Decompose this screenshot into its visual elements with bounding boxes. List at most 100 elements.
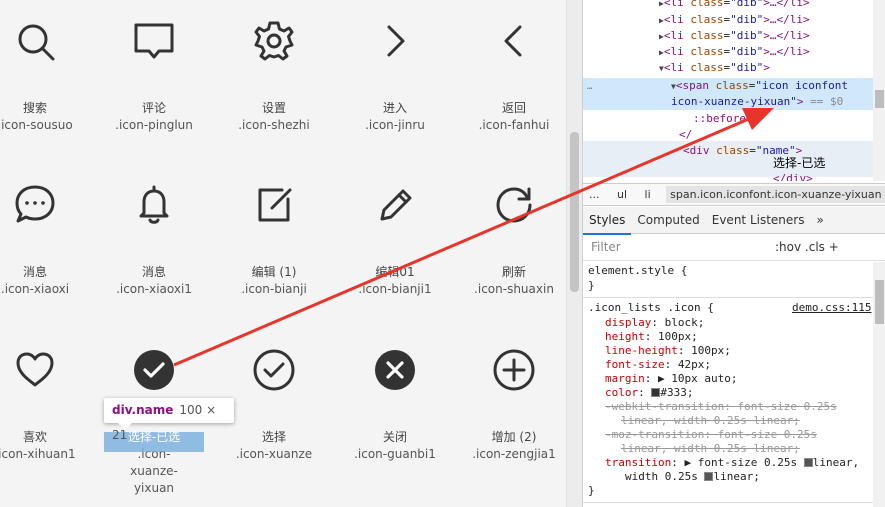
icon-name: 编辑 (1) [251, 265, 297, 279]
icon-demo-page: 搜索 .icon-sousuo 评论 .icon-pinglun 设置 .icon-she… [0, 0, 566, 507]
filter-input[interactable]: Filter [591, 240, 621, 254]
icon-class-name: .icon-xihuan1 [0, 447, 76, 461]
chevron-left-icon [492, 19, 536, 63]
crumb-span-selected[interactable]: span.icon.iconfont.icon-xuanze-yixuan [666, 186, 885, 203]
icon-cell[interactable]: 关闭 .icon-guanbi1 [335, 348, 455, 463]
dom-span-row-cont[interactable]: icon-xuanze-yixuan"> == $0 [671, 94, 885, 110]
icon-cell[interactable]: 增加 (2) .icon-zengjia1 [454, 348, 566, 463]
icon-name: 消息 [22, 265, 47, 279]
styles-scrollbar-thumb[interactable] [875, 280, 884, 324]
icon-name: 进入 [382, 101, 407, 115]
tooltip-tag: div.name [112, 403, 174, 417]
icon-class-name: .icon-fanhui [478, 118, 550, 132]
icon-cell[interactable]: 评论 .icon-pinglun [94, 19, 214, 134]
crumb-ul[interactable]: ul [617, 188, 627, 201]
icon-class-name: .icon-bianji1 [358, 282, 432, 296]
breadcrumb: ... ul li span.icon.iconfont.icon-xuanze… [583, 183, 885, 206]
icon-class-name: .icon-jinru [365, 118, 425, 132]
styles-filter-bar: Filter :hov .cls + [583, 235, 885, 261]
close-filled-icon [373, 348, 417, 392]
icon-class-name: .icon-pinglun [115, 118, 193, 132]
heart-icon [13, 348, 57, 392]
crumb-ellipsis[interactable]: ... [589, 188, 600, 201]
comment-icon [132, 19, 176, 63]
icon-cell[interactable]: 设置 .icon-shezhi [214, 19, 334, 134]
icon-name: 关闭 [382, 430, 407, 444]
elements-tree: ▶<li class="dib">…</li> ▶<li class="dib"… [583, 0, 885, 181]
rule-divider [583, 502, 873, 503]
dom-before-row[interactable]: ::before [693, 111, 885, 127]
icon-cell[interactable]: 消息 .icon-xiaoxi1 [94, 183, 214, 298]
icon-class-name: .icon-zengjia1 [472, 447, 556, 461]
decl-height[interactable]: height: 100px; [605, 330, 885, 344]
icon-cell[interactable]: 喜欢 .icon-xihuan1 [0, 348, 95, 463]
icon-class-name: .icon-sousuo [0, 118, 73, 132]
icon-cell[interactable]: 消息 .icon-xiaoxi [0, 183, 95, 298]
dom-close-partial: </ [679, 128, 693, 141]
icon-cell[interactable]: 编辑01 .icon-bianji1 [335, 183, 455, 298]
icon-cell[interactable]: 搜索 .icon-sousuo [0, 19, 95, 134]
icon-class-name: .icon-xiaoxi [0, 282, 70, 296]
decl-moz-transition-struck[interactable]: -moz-transition: font-size 0.25s [605, 428, 885, 442]
icon-name: 返回 [501, 101, 526, 115]
icon-name: 刷新 [501, 265, 526, 279]
dom-li-row[interactable]: ▶<li class="dib">…</li> [659, 0, 885, 11]
tab-event-listeners[interactable]: Event Listeners [706, 207, 811, 233]
icon-name: 喜欢 [22, 430, 47, 444]
decl-line-height[interactable]: line-height: 100px; [605, 344, 885, 358]
decl-color[interactable]: color: #333; [605, 386, 885, 400]
dom-li-row[interactable]: ▶<li class="dib">…</li> [659, 44, 885, 60]
icon-cell[interactable]: 进入 .icon-jinru [335, 19, 455, 134]
decl-webkit-transition-struck-cont: linear, width 0.25s linear; [621, 414, 800, 427]
dom-li-row[interactable]: ▶<li class="dib">…</li> [659, 12, 885, 28]
icon-class-name: .icon-shuaxin [474, 282, 554, 296]
edit-icon [252, 183, 296, 227]
rule-source-link[interactable]: demo.css:115 [792, 301, 872, 315]
icon-cell[interactable]: 返回 .icon-fanhui [454, 19, 566, 134]
dom-li-row[interactable]: ▶<li class="dib">…</li> [659, 28, 885, 44]
icon-name: 编辑01 [375, 265, 415, 279]
icon-name: 消息 [141, 265, 166, 279]
rule-close: } [588, 484, 595, 497]
message-bubble-icon [13, 183, 57, 227]
icon-cell[interactable]: 编辑 (1) .icon-bianji [214, 183, 334, 298]
crumb-li[interactable]: li [645, 188, 651, 201]
decl-transition-cont: width 0.25s linear; [625, 470, 760, 483]
page-scrollbar-thumb[interactable] [570, 132, 579, 292]
add-circle-icon [492, 348, 536, 392]
icon-class-name: .icon-shezhi [238, 118, 310, 132]
decl-margin[interactable]: margin: ▶ 10px auto; [605, 372, 885, 386]
dom-close-div: </div> [773, 172, 813, 181]
easing-swatch[interactable] [803, 458, 813, 467]
icon-name: 选择 [261, 430, 286, 444]
decl-transition[interactable]: transition: ▶ font-size 0.25s linear, [605, 456, 885, 470]
styles-tabs: Styles Computed Event Listeners» [583, 207, 885, 235]
decl-font-size[interactable]: font-size: 42px; [605, 358, 885, 372]
refresh-icon [492, 183, 536, 227]
rule-divider [583, 297, 873, 298]
check-circle-icon [252, 348, 296, 392]
chevron-right-icon [373, 19, 417, 63]
devtools-panel: ▶<li class="dib">…</li> ▶<li class="dib"… [582, 0, 885, 507]
tab-computed[interactable]: Computed [631, 207, 705, 233]
decl-moz-transition-struck-cont: linear, width 0.25s linear; [621, 442, 800, 455]
decl-webkit-transition-struck[interactable]: -webkit-transition: font-size 0.25s [605, 400, 885, 414]
element-style-rule[interactable]: element.style { [588, 264, 878, 278]
inspect-tooltip: div.name 100 × 21 [104, 398, 234, 442]
bell-icon [132, 183, 176, 227]
tab-styles[interactable]: Styles [583, 207, 632, 235]
pencil-icon [373, 183, 417, 227]
check-filled-icon [132, 348, 176, 392]
filter-controls[interactable]: :hov .cls + [775, 235, 839, 260]
icon-name: 设置 [261, 101, 286, 115]
settings-gear-icon [252, 19, 296, 63]
dom-span-row[interactable]: ▼<span class="icon iconfont [671, 78, 885, 94]
dom-li-row-expanded[interactable]: ▼<li class="dib"> [659, 60, 885, 76]
search-icon [13, 19, 57, 63]
icon-name: 评论 [141, 101, 166, 115]
icon-cell[interactable]: 刷新 .icon-shuaxin [454, 183, 566, 298]
elements-scrollbar-thumb[interactable] [875, 90, 884, 108]
rule-close: } [588, 279, 595, 292]
decl-display[interactable]: display: block; [605, 316, 885, 330]
tab-more[interactable]: » [810, 207, 829, 233]
